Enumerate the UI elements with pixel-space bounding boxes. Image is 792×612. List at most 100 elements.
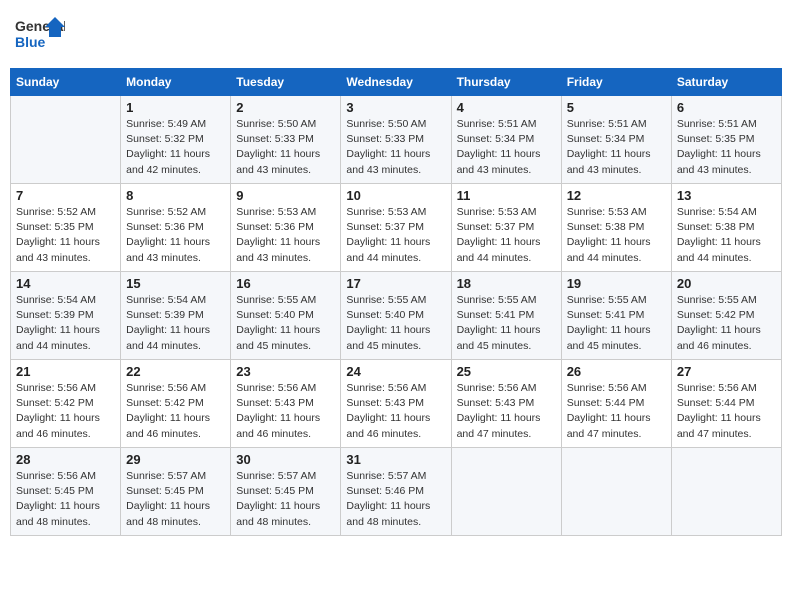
day-number: 10 (346, 188, 445, 203)
day-number: 16 (236, 276, 335, 291)
logo-svg: General Blue (15, 15, 65, 60)
day-header-saturday: Saturday (671, 69, 781, 96)
calendar-cell: 3 Sunrise: 5:50 AMSunset: 5:33 PMDaylight… (341, 96, 451, 184)
day-number: 21 (16, 364, 115, 379)
calendar-cell: 13Sunrise: 5:54 AMSunset: 5:38 PMDayligh… (671, 184, 781, 272)
day-number: 7 (16, 188, 115, 203)
calendar-cell: 21 Sunrise: 5:56 AMSunset: 5:42 PMDayligh… (11, 360, 121, 448)
calendar-cell: 9 Sunrise: 5:53 AMSunset: 5:36 PMDaylight… (231, 184, 341, 272)
day-info: Sunrise: 5:56 AMSunset: 5:42 PMDaylight:… (16, 381, 115, 442)
day-info: Sunrise: 5:56 AMSunset: 5:43 PMDaylight:… (346, 381, 445, 442)
day-number: 12 (567, 188, 666, 203)
svg-text:Blue: Blue (15, 34, 46, 50)
week-row-3: 14 Sunrise: 5:54 AMSunset: 5:39 PMDayligh… (11, 272, 782, 360)
day-number: 19 (567, 276, 666, 291)
day-info: Sunrise: 5:56 AMSunset: 5:44 PMDaylight:… (677, 381, 776, 442)
calendar-cell: 22 Sunrise: 5:56 AMSunset: 5:42 PMDayligh… (121, 360, 231, 448)
calendar-cell: 17Sunrise: 5:55 AMSunset: 5:40 PMDayligh… (341, 272, 451, 360)
calendar-cell: 4 Sunrise: 5:51 AMSunset: 5:34 PMDaylight… (451, 96, 561, 184)
calendar-cell: 27 Sunrise: 5:56 AMSunset: 5:44 PMDayligh… (671, 360, 781, 448)
calendar-cell (561, 448, 671, 536)
day-number: 18 (457, 276, 556, 291)
calendar-cell: 11Sunrise: 5:53 AMSunset: 5:37 PMDayligh… (451, 184, 561, 272)
week-row-1: 1Sunrise: 5:49 AMSunset: 5:32 PMDaylight… (11, 96, 782, 184)
day-info: Sunrise: 5:51 AMSunset: 5:35 PMDaylight:… (677, 117, 776, 178)
day-number: 4 (457, 100, 556, 115)
day-number: 14 (16, 276, 115, 291)
day-number: 23 (236, 364, 335, 379)
day-number: 20 (677, 276, 776, 291)
day-info: Sunrise: 5:55 AMSunset: 5:40 PMDaylight:… (236, 293, 335, 354)
day-header-tuesday: Tuesday (231, 69, 341, 96)
calendar-cell: 24 Sunrise: 5:56 AMSunset: 5:43 PMDayligh… (341, 360, 451, 448)
calendar-table: SundayMondayTuesdayWednesdayThursdayFrid… (10, 68, 782, 536)
day-info: Sunrise: 5:56 AMSunset: 5:42 PMDaylight:… (126, 381, 225, 442)
day-number: 26 (567, 364, 666, 379)
day-info: Sunrise: 5:50 AMSunset: 5:33 PMDaylight:… (346, 117, 445, 178)
calendar-cell: 23 Sunrise: 5:56 AMSunset: 5:43 PMDayligh… (231, 360, 341, 448)
calendar-cell: 25 Sunrise: 5:56 AMSunset: 5:43 PMDayligh… (451, 360, 561, 448)
day-info: Sunrise: 5:56 AMSunset: 5:45 PMDaylight:… (16, 469, 115, 530)
calendar-cell: 19 Sunrise: 5:55 AMSunset: 5:41 PMDayligh… (561, 272, 671, 360)
day-info: Sunrise: 5:53 AMSunset: 5:37 PMDaylight:… (457, 205, 556, 266)
day-number: 2 (236, 100, 335, 115)
day-number: 24 (346, 364, 445, 379)
logo: General Blue (15, 15, 65, 60)
day-number: 15 (126, 276, 225, 291)
calendar-cell: 7 Sunrise: 5:52 AMSunset: 5:35 PMDaylight… (11, 184, 121, 272)
day-info: Sunrise: 5:53 AMSunset: 5:38 PMDaylight:… (567, 205, 666, 266)
calendar-cell: 5Sunrise: 5:51 AMSunset: 5:34 PMDaylight… (561, 96, 671, 184)
calendar-cell (11, 96, 121, 184)
day-number: 28 (16, 452, 115, 467)
calendar-cell: 20 Sunrise: 5:55 AMSunset: 5:42 PMDayligh… (671, 272, 781, 360)
day-number: 25 (457, 364, 556, 379)
calendar-cell: 6 Sunrise: 5:51 AMSunset: 5:35 PMDaylight… (671, 96, 781, 184)
day-info: Sunrise: 5:52 AMSunset: 5:35 PMDaylight:… (16, 205, 115, 266)
day-header-friday: Friday (561, 69, 671, 96)
day-info: Sunrise: 5:49 AMSunset: 5:32 PMDaylight:… (126, 117, 225, 178)
day-number: 9 (236, 188, 335, 203)
day-number: 22 (126, 364, 225, 379)
day-info: Sunrise: 5:50 AMSunset: 5:33 PMDaylight:… (236, 117, 335, 178)
day-number: 29 (126, 452, 225, 467)
day-info: Sunrise: 5:55 AMSunset: 5:42 PMDaylight:… (677, 293, 776, 354)
calendar-cell: 2 Sunrise: 5:50 AMSunset: 5:33 PMDaylight… (231, 96, 341, 184)
calendar-cell: 30 Sunrise: 5:57 AMSunset: 5:45 PMDayligh… (231, 448, 341, 536)
day-info: Sunrise: 5:52 AMSunset: 5:36 PMDaylight:… (126, 205, 225, 266)
calendar-cell: 10Sunrise: 5:53 AMSunset: 5:37 PMDayligh… (341, 184, 451, 272)
calendar-cell: 29 Sunrise: 5:57 AMSunset: 5:45 PMDayligh… (121, 448, 231, 536)
day-number: 5 (567, 100, 666, 115)
day-info: Sunrise: 5:56 AMSunset: 5:43 PMDaylight:… (236, 381, 335, 442)
week-row-5: 28 Sunrise: 5:56 AMSunset: 5:45 PMDayligh… (11, 448, 782, 536)
day-number: 3 (346, 100, 445, 115)
day-number: 8 (126, 188, 225, 203)
week-row-2: 7 Sunrise: 5:52 AMSunset: 5:35 PMDaylight… (11, 184, 782, 272)
day-number: 31 (346, 452, 445, 467)
day-number: 27 (677, 364, 776, 379)
day-info: Sunrise: 5:55 AMSunset: 5:41 PMDaylight:… (457, 293, 556, 354)
day-number: 30 (236, 452, 335, 467)
day-info: Sunrise: 5:55 AMSunset: 5:41 PMDaylight:… (567, 293, 666, 354)
day-info: Sunrise: 5:54 AMSunset: 5:39 PMDaylight:… (126, 293, 225, 354)
calendar-cell: 1Sunrise: 5:49 AMSunset: 5:32 PMDaylight… (121, 96, 231, 184)
day-info: Sunrise: 5:54 AMSunset: 5:38 PMDaylight:… (677, 205, 776, 266)
calendar-cell: 12 Sunrise: 5:53 AMSunset: 5:38 PMDayligh… (561, 184, 671, 272)
day-info: Sunrise: 5:51 AMSunset: 5:34 PMDaylight:… (457, 117, 556, 178)
day-info: Sunrise: 5:57 AMSunset: 5:45 PMDaylight:… (236, 469, 335, 530)
day-header-thursday: Thursday (451, 69, 561, 96)
day-info: Sunrise: 5:57 AMSunset: 5:46 PMDaylight:… (346, 469, 445, 530)
day-info: Sunrise: 5:53 AMSunset: 5:36 PMDaylight:… (236, 205, 335, 266)
week-row-4: 21 Sunrise: 5:56 AMSunset: 5:42 PMDayligh… (11, 360, 782, 448)
day-info: Sunrise: 5:54 AMSunset: 5:39 PMDaylight:… (16, 293, 115, 354)
day-number: 6 (677, 100, 776, 115)
calendar-cell: 18 Sunrise: 5:55 AMSunset: 5:41 PMDayligh… (451, 272, 561, 360)
calendar-cell (671, 448, 781, 536)
calendar-cell: 26Sunrise: 5:56 AMSunset: 5:44 PMDayligh… (561, 360, 671, 448)
day-info: Sunrise: 5:56 AMSunset: 5:43 PMDaylight:… (457, 381, 556, 442)
calendar-cell: 28 Sunrise: 5:56 AMSunset: 5:45 PMDayligh… (11, 448, 121, 536)
day-number: 17 (346, 276, 445, 291)
day-header-sunday: Sunday (11, 69, 121, 96)
calendar-cell: 8 Sunrise: 5:52 AMSunset: 5:36 PMDaylight… (121, 184, 231, 272)
header-row: SundayMondayTuesdayWednesdayThursdayFrid… (11, 69, 782, 96)
day-info: Sunrise: 5:57 AMSunset: 5:45 PMDaylight:… (126, 469, 225, 530)
